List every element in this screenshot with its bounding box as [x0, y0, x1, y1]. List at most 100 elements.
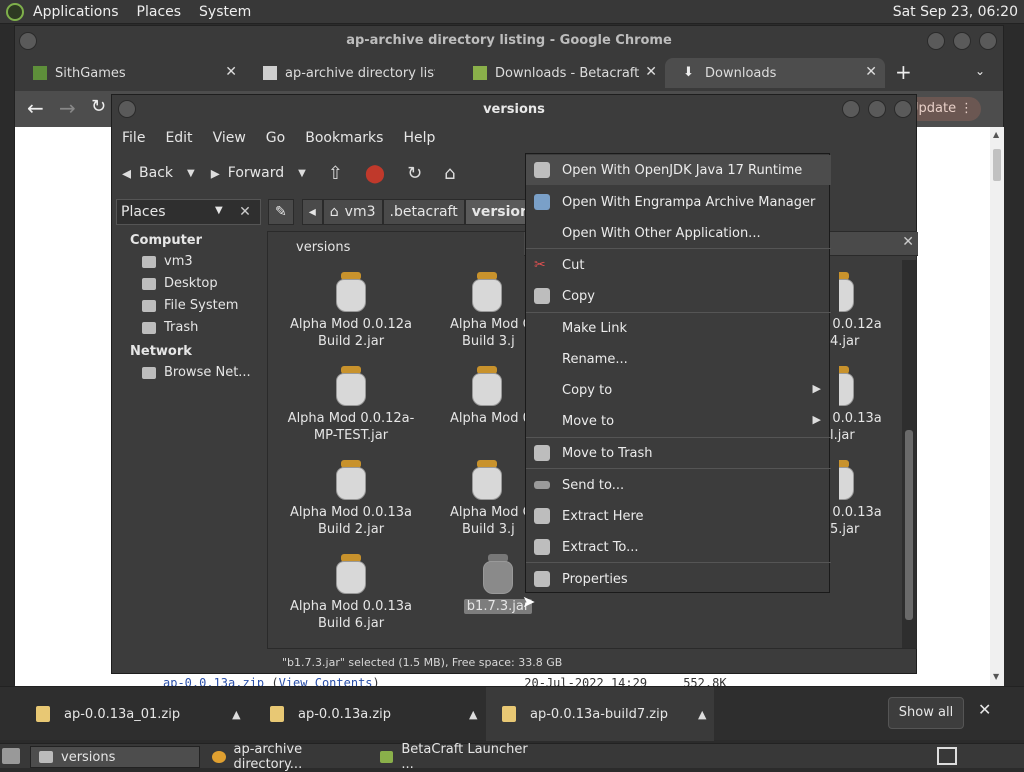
- show-all-downloads-button[interactable]: Show all: [888, 697, 964, 729]
- close-icon[interactable]: ✕: [865, 64, 877, 80]
- taskbar-item-versions[interactable]: versions: [30, 746, 200, 768]
- file-item[interactable]: d 0.0.12a 4.jar: [820, 272, 900, 350]
- chrome-icon: [212, 751, 226, 763]
- file-view-scrollbar[interactable]: [902, 260, 916, 648]
- path-scroll-left-button[interactable]: ◂: [301, 199, 323, 225]
- scroll-up-icon[interactable]: ▲: [993, 130, 999, 139]
- stop-icon[interactable]: ⬤: [365, 163, 385, 184]
- menu-edit[interactable]: Edit: [155, 130, 202, 146]
- chevron-up-icon[interactable]: ▲: [698, 708, 706, 721]
- menu-item-move-to-trash[interactable]: Move to Trash: [526, 438, 831, 468]
- sidebar-heading-network: Network: [130, 344, 192, 359]
- menu-item-send-to[interactable]: Send to...: [526, 470, 831, 500]
- file-item[interactable]: d 0.0.13a 5.jar: [820, 460, 900, 538]
- close-icon[interactable]: ✕: [225, 64, 237, 80]
- betacraft-icon: [473, 66, 487, 80]
- menu-item-move-to[interactable]: Move to ▶: [526, 406, 831, 436]
- workspace-switcher[interactable]: [937, 747, 957, 765]
- scroll-down-icon[interactable]: ▼: [993, 672, 999, 681]
- jar-file-icon: [334, 366, 368, 406]
- tab-sithgames[interactable]: SithGames ✕: [15, 58, 245, 88]
- download-item[interactable]: ap-0.0.13a.zip ▲: [270, 687, 478, 741]
- sidebar-item-file-system[interactable]: File System: [116, 294, 261, 316]
- file-item[interactable]: d 0.0.13a l.jar: [820, 366, 900, 444]
- menu-item-copy[interactable]: Copy: [526, 281, 831, 311]
- reload-icon[interactable]: ↻: [91, 96, 106, 117]
- menu-item-copy-to[interactable]: Copy to ▶: [526, 375, 831, 405]
- menu-item-cut[interactable]: ✂ Cut: [526, 250, 831, 280]
- forward-history-dropdown-icon[interactable]: ▼: [298, 168, 306, 179]
- tab-ap-archive[interactable]: ap-archive directory listing: [245, 58, 455, 88]
- fm-maximize-button[interactable]: [868, 100, 886, 118]
- menu-item-extract-to[interactable]: Extract To...: [526, 532, 831, 562]
- forward-arrow-icon[interactable]: →: [59, 96, 76, 120]
- sidebar-item-vm3[interactable]: vm3: [116, 250, 261, 272]
- tab-label: SithGames: [55, 65, 126, 81]
- menu-help[interactable]: Help: [393, 130, 445, 146]
- menu-go[interactable]: Go: [256, 130, 295, 146]
- distro-logo-icon[interactable]: [6, 2, 24, 21]
- menu-places[interactable]: Places: [128, 4, 191, 20]
- back-history-dropdown-icon[interactable]: ▼: [187, 168, 195, 179]
- menu-item-label: Extract To...: [562, 539, 639, 555]
- scrollbar-thumb[interactable]: [993, 149, 1001, 181]
- chrome-page-scrollbar[interactable]: [990, 127, 1004, 687]
- tab-search-chevron-icon[interactable]: ⌄: [975, 64, 985, 78]
- scrollbar-thumb[interactable]: [905, 430, 913, 620]
- jar-file-icon: [470, 460, 504, 500]
- file-item[interactable]: Alpha Mod 0.0.13a Build 6.jar: [276, 554, 426, 632]
- file-item[interactable]: Alpha Mod 0.0.13a Build 2.jar: [276, 460, 426, 538]
- menu-applications[interactable]: Applications: [24, 4, 128, 20]
- menu-system[interactable]: System: [190, 4, 260, 20]
- download-item[interactable]: ap-0.0.13a-build7.zip ▲: [486, 687, 714, 741]
- back-arrow-icon[interactable]: ←: [27, 96, 44, 120]
- jar-file-icon: [470, 272, 504, 312]
- back-button[interactable]: ◂ Back: [122, 163, 173, 184]
- fm-close-button[interactable]: [894, 100, 912, 118]
- menu-item-open-with-engrampa[interactable]: Open With Engrampa Archive Manager: [526, 187, 831, 217]
- up-arrow-icon[interactable]: ⇧: [328, 163, 343, 184]
- edit-location-pencil-icon[interactable]: ✎: [268, 199, 294, 225]
- close-downloads-bar-icon[interactable]: ✕: [978, 700, 991, 719]
- reload-icon[interactable]: ↻: [407, 163, 422, 184]
- side-pane-close-icon[interactable]: ✕: [234, 199, 256, 225]
- file-item[interactable]: Alpha Mod 0.0.12a- MP-TEST.jar: [276, 366, 426, 444]
- menu-item-open-with-other[interactable]: Open With Other Application...: [526, 218, 831, 248]
- close-icon[interactable]: ✕: [902, 234, 914, 250]
- betacraft-icon: [380, 751, 394, 763]
- menu-item-properties[interactable]: Properties: [526, 564, 831, 594]
- jar-file-icon: [334, 554, 368, 594]
- download-item[interactable]: ap-0.0.13a_01.zip ▲: [36, 687, 241, 741]
- menu-view[interactable]: View: [203, 130, 256, 146]
- fm-minimize-button[interactable]: [842, 100, 860, 118]
- menu-file[interactable]: File: [112, 130, 155, 146]
- sidebar-item-browse-network[interactable]: Browse Net...: [116, 361, 261, 383]
- tab-downloads[interactable]: ⬇ Downloads ✕: [665, 58, 885, 88]
- tab-downloads-betacraft[interactable]: Downloads - Betacraft ✕: [455, 58, 665, 88]
- sidebar-item-desktop[interactable]: Desktop: [116, 272, 261, 294]
- menu-bookmarks[interactable]: Bookmarks: [295, 130, 393, 146]
- taskbar-item-betacraft[interactable]: BetaCraft Launcher ...: [372, 742, 538, 772]
- fm-menubar: File Edit View Go Bookmarks Help: [112, 125, 916, 151]
- forward-button[interactable]: ▸ Forward: [211, 163, 284, 184]
- chevron-up-icon[interactable]: ▲: [469, 708, 477, 721]
- path-segment-vm3[interactable]: ⌂ vm3: [322, 199, 383, 225]
- chrome-maximize-button[interactable]: [953, 32, 971, 50]
- chevron-up-icon[interactable]: ▲: [232, 708, 240, 721]
- home-icon[interactable]: ⌂: [444, 163, 455, 184]
- close-icon[interactable]: ✕: [645, 64, 657, 80]
- sidebar-item-trash[interactable]: Trash: [116, 316, 261, 338]
- submenu-arrow-icon: ▶: [812, 413, 821, 426]
- taskbar-item-chrome[interactable]: ap-archive directory...: [204, 742, 370, 772]
- clock[interactable]: Sat Sep 23, 06:20: [893, 4, 1018, 20]
- file-item[interactable]: Alpha Mod 0.0.12a Build 2.jar: [276, 272, 426, 350]
- chrome-close-button[interactable]: [979, 32, 997, 50]
- menu-item-extract-here[interactable]: Extract Here: [526, 501, 831, 531]
- show-desktop-icon[interactable]: [2, 748, 20, 764]
- new-tab-button[interactable]: +: [895, 60, 912, 84]
- chrome-minimize-button[interactable]: [927, 32, 945, 50]
- menu-item-make-link[interactable]: Make Link: [526, 313, 831, 343]
- menu-item-open-with-java[interactable]: Open With OpenJDK Java 17 Runtime: [526, 155, 831, 185]
- menu-item-rename[interactable]: Rename...: [526, 344, 831, 374]
- path-segment-betacraft[interactable]: .betacraft: [382, 199, 465, 225]
